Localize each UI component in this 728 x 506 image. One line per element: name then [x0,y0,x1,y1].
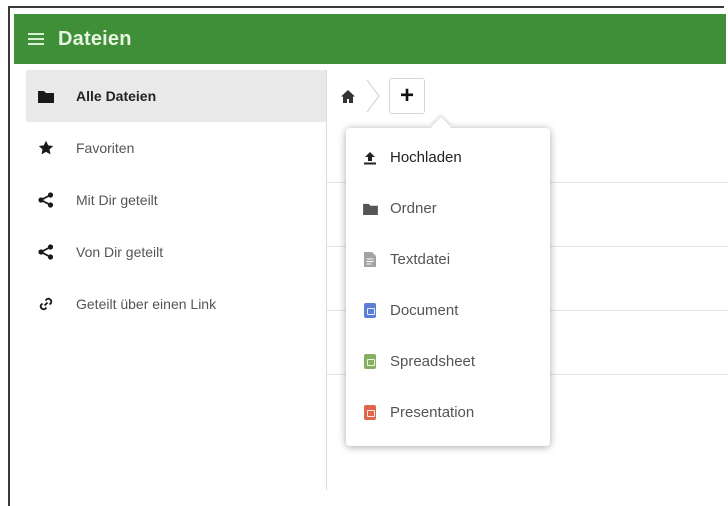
presentation-icon [362,405,378,421]
folder-icon [362,201,378,217]
menu-item-text-file[interactable]: Textdatei [346,234,550,285]
spreadsheet-icon [362,354,378,370]
link-icon [36,295,56,313]
menu-item-document[interactable]: Document [346,285,550,336]
menu-item-presentation[interactable]: Presentation [346,387,550,438]
hamburger-icon[interactable] [14,14,58,64]
sidebar-item-label: Favoriten [76,140,135,156]
breadcrumb-separator-icon [366,79,380,113]
sidebar: Alle Dateien Favoriten Mit Dir geteilt V… [26,70,326,506]
sidebar-item-favorites[interactable]: Favoriten [26,122,326,174]
menu-item-label: Textdatei [390,251,451,268]
sidebar-item-shared-by-link[interactable]: Geteilt über einen Link [26,278,326,330]
sidebar-item-shared-with-you[interactable]: Mit Dir geteilt [26,174,326,226]
document-icon [362,303,378,319]
share-icon [36,243,56,261]
add-new-button[interactable]: + [389,78,425,114]
app-header: Dateien [14,14,726,64]
share-icon [36,191,56,209]
sidebar-item-label: Geteilt über einen Link [76,296,217,312]
sidebar-item-label: Von Dir geteilt [76,244,164,260]
breadcrumb: + [339,76,425,116]
text-file-icon [362,252,378,268]
sidebar-item-label: Alle Dateien [76,88,157,104]
app-title: Dateien [58,27,132,50]
menu-item-label: Document [390,302,459,319]
menu-item-label: Ordner [390,200,437,217]
menu-item-folder[interactable]: Ordner [346,183,550,234]
menu-item-label: Hochladen [390,149,462,166]
plus-icon: + [399,82,414,109]
sidebar-item-shared-by-you[interactable]: Von Dir geteilt [26,226,326,278]
menu-item-upload[interactable]: Hochladen [346,132,550,183]
menu-item-spreadsheet[interactable]: Spreadsheet [346,336,550,387]
sidebar-item-all-files[interactable]: Alle Dateien [26,70,326,122]
new-file-menu: Hochladen Ordner Textdatei Document Spre… [346,128,550,446]
menu-item-label: Presentation [390,404,475,421]
upload-icon [362,150,378,166]
menu-item-label: Spreadsheet [390,353,476,370]
sidebar-item-label: Mit Dir geteilt [76,192,158,208]
home-icon[interactable] [339,87,357,105]
folder-icon [36,87,56,105]
star-icon [36,139,56,157]
